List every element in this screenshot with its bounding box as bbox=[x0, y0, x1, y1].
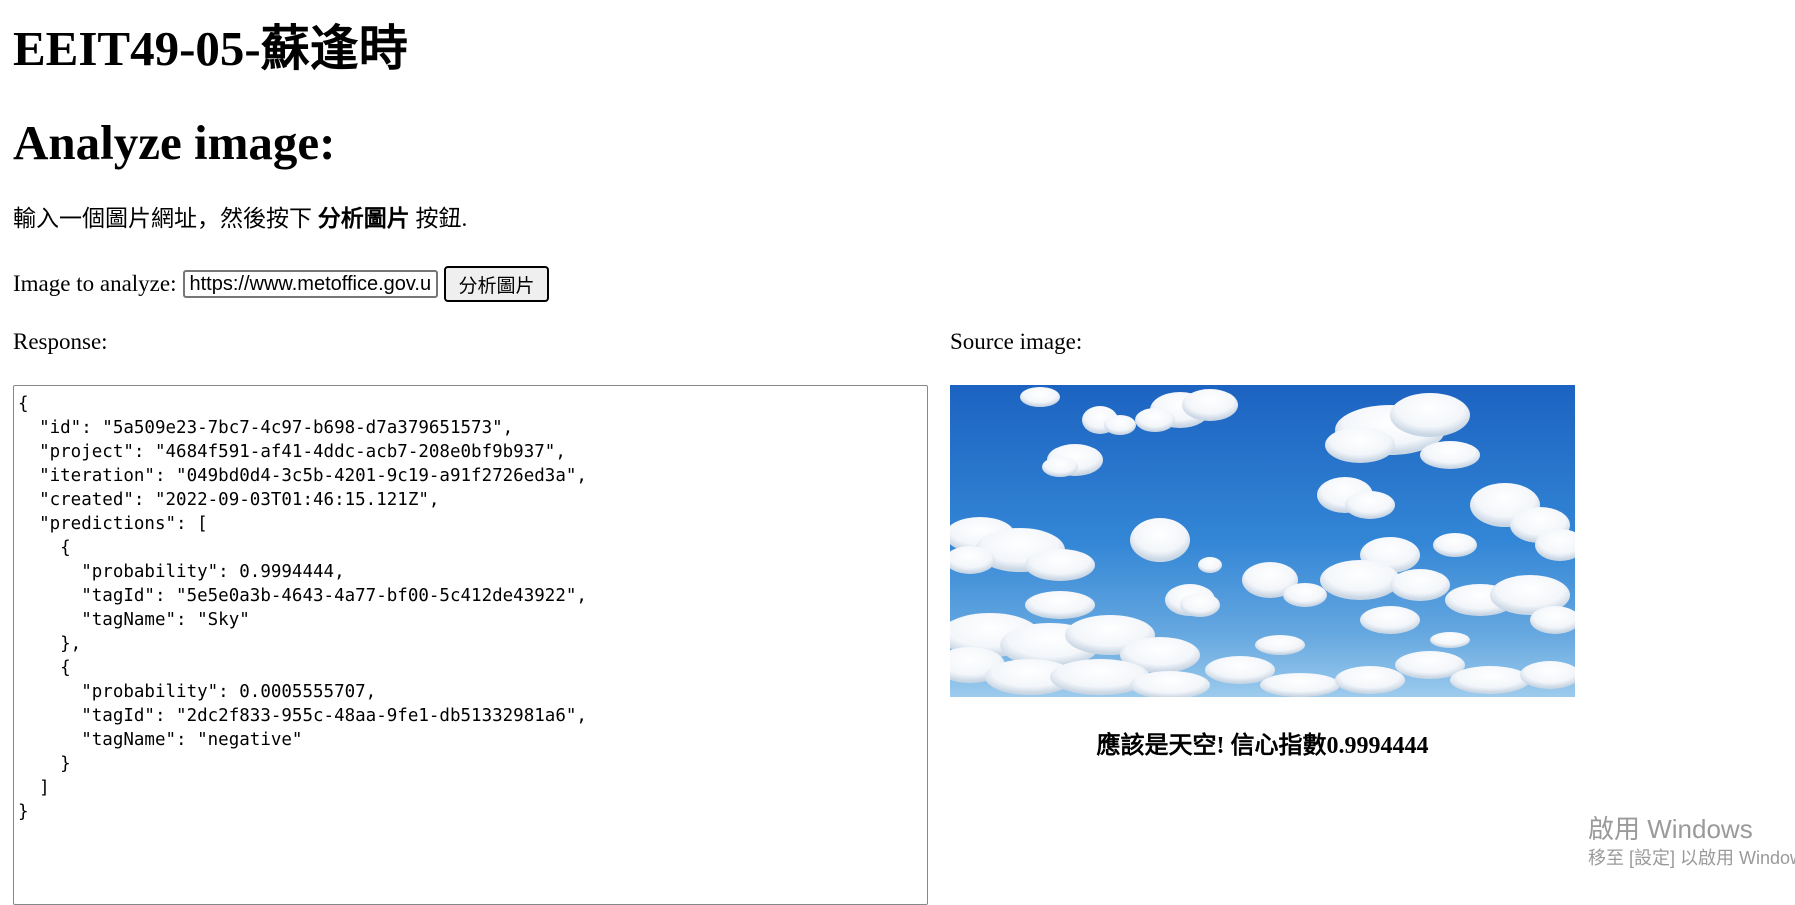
response-label: Response: bbox=[13, 329, 108, 354]
source-image bbox=[950, 385, 1575, 697]
instructions-suffix: 按鈕. bbox=[415, 206, 468, 231]
section-heading: Analyze image: bbox=[13, 115, 336, 170]
watermark-title: 啟用 Windows bbox=[1588, 814, 1753, 844]
analysis-result-text: 應該是天空! 信心指數0.9994444 bbox=[1096, 733, 1429, 759]
sky-clouds-image bbox=[950, 385, 1575, 697]
instructions-prefix: 輸入一個圖片網址，然後按下 bbox=[13, 206, 312, 231]
response-textarea[interactable]: { "id": "5a509e23-7bc7-4c97-b698-d7a3796… bbox=[13, 385, 928, 905]
instructions-button-name: 分析圖片 bbox=[317, 206, 410, 231]
page-title: EEIT49-05-蘇逢時 bbox=[13, 21, 408, 76]
image-url-label: Image to analyze: bbox=[13, 271, 177, 296]
watermark-subtitle: 移至 [設定] 以啟用 Windows。 bbox=[1588, 848, 1795, 868]
windows-activation-watermark: 啟用 Windows 移至 [設定] 以啟用 Windows。 bbox=[1588, 813, 1795, 871]
image-url-input[interactable] bbox=[183, 270, 439, 298]
analyze-button[interactable]: 分析圖片 bbox=[444, 266, 549, 302]
analyze-form: Image to analyze: 分析圖片 bbox=[13, 264, 549, 304]
instructions-text: 輸入一個圖片網址，然後按下 分析圖片 按鈕. bbox=[13, 203, 467, 235]
source-image-label: Source image: bbox=[950, 329, 1083, 354]
